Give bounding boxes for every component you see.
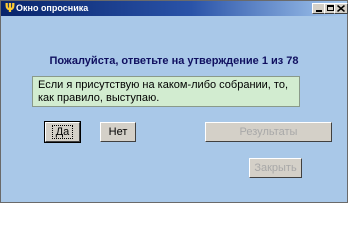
title-bar[interactable]: Ψ Окно опросника	[1, 1, 348, 16]
statement-text: Если я присутствую на каком-либо собрани…	[32, 76, 300, 107]
no-button-label: Нет	[108, 126, 128, 138]
yes-button[interactable]: Да	[44, 121, 81, 143]
question-prompt: Пожалуйста, ответьте на утверждение 1 из…	[49, 55, 299, 67]
psi-icon: Ψ	[4, 1, 16, 15]
close-button[interactable]: Закрыть	[249, 158, 302, 178]
results-button-label: Результаты	[239, 126, 298, 138]
close-window-button[interactable]	[334, 3, 348, 14]
yes-button-label: Да	[51, 125, 74, 139]
window-title: Окно опросника	[16, 3, 89, 13]
close-button-label: Закрыть	[254, 162, 297, 174]
questionnaire-window: Ψ Окно опросника Пожалуйста, ответьте на…	[0, 0, 348, 203]
no-button[interactable]: Нет	[100, 122, 136, 142]
results-button[interactable]: Результаты	[205, 122, 332, 142]
close-icon	[337, 5, 345, 12]
